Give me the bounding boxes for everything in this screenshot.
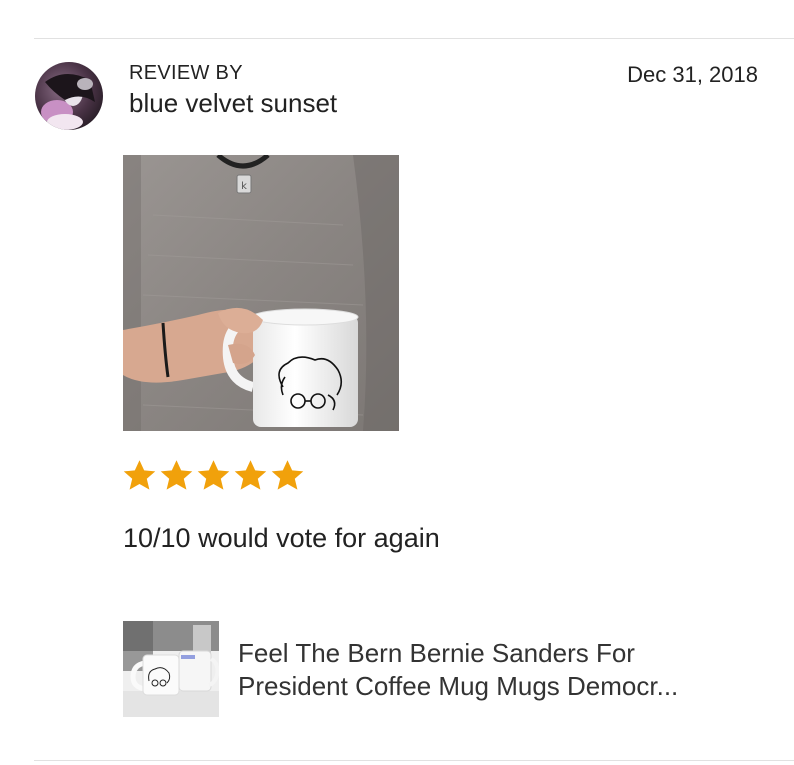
star-icon	[271, 460, 304, 490]
top-divider	[34, 38, 794, 39]
reviewer-name[interactable]: blue velvet sunset	[129, 88, 337, 119]
star-icon	[160, 460, 193, 490]
product-link[interactable]: Feel The Bern Bernie Sanders For Preside…	[123, 621, 773, 719]
review-photo-image: k	[123, 155, 399, 431]
svg-text:k: k	[241, 181, 247, 192]
product-title[interactable]: Feel The Bern Bernie Sanders For Preside…	[238, 637, 768, 719]
review-date: Dec 31, 2018	[627, 62, 758, 87]
product-title-line1: Feel The Bern Bernie Sanders For	[238, 638, 635, 668]
star-icon	[123, 460, 156, 490]
avatar-image	[35, 62, 103, 130]
review-card: REVIEW BY blue velvet sunset Dec 31, 201…	[0, 0, 794, 765]
reviewer-avatar[interactable]	[35, 62, 103, 130]
star-rating	[122, 458, 305, 496]
review-by-label: REVIEW BY	[129, 62, 243, 84]
product-title-line2: President Coffee Mug Mugs Democr...	[238, 671, 679, 701]
review-photo[interactable]: k	[123, 155, 399, 431]
star-icon	[197, 460, 230, 490]
bottom-divider	[34, 760, 794, 761]
star-icon	[234, 460, 267, 490]
product-thumbnail[interactable]	[123, 621, 219, 717]
review-text: 10/10 would vote for again	[123, 523, 440, 553]
product-thumbnail-image	[123, 621, 219, 717]
